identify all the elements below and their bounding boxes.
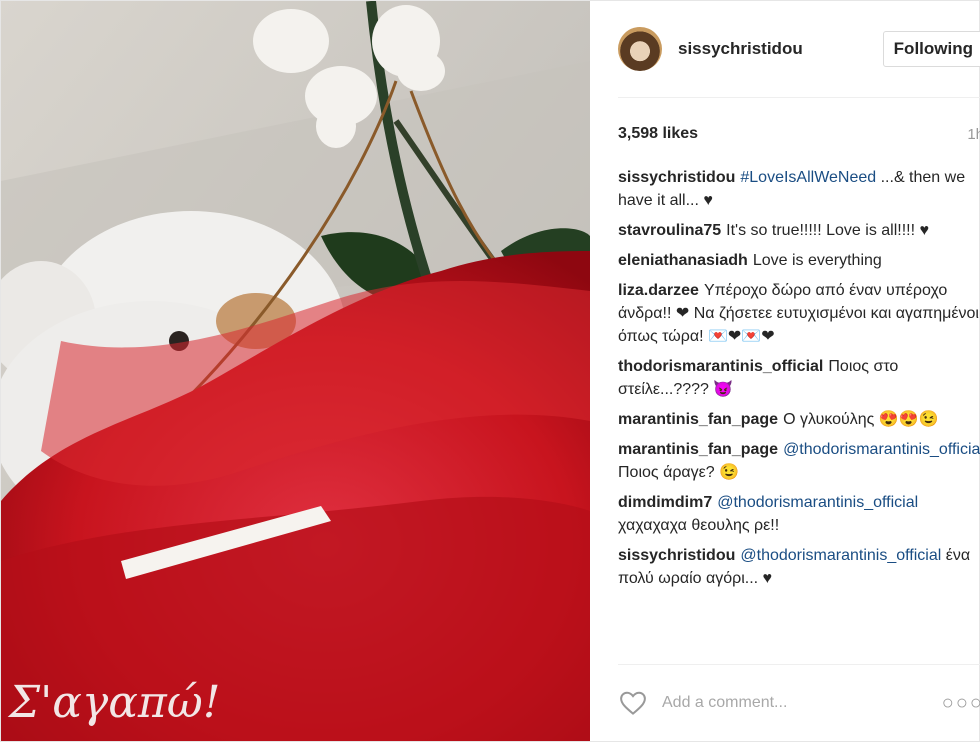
comment-text: Ο γλυκούλης 😍😍😉	[783, 411, 939, 428]
comment-item: eleniathanasiadh Love is everything	[618, 249, 980, 272]
comment-text: It's so true!!!!! Love is all!!!! ♥	[726, 222, 930, 239]
comment-item: liza.darzee Υπέροχο δώρο από έναν υπέροχο…	[618, 279, 980, 348]
comment-mention[interactable]: @thodorismarantinis_official	[717, 494, 918, 511]
comment-item: marantinis_fan_page Ο γλυκούλης 😍😍😉	[618, 408, 980, 431]
post-side-panel: sissychristidou Following 3,598 likes 1h…	[590, 1, 980, 741]
comment-item: sissychristidou #LoveIsAllWeNeed ...& the…	[618, 166, 980, 212]
post-time[interactable]: 1h	[967, 126, 980, 143]
comment-username[interactable]: dimdimdim7	[618, 494, 712, 511]
comment-username[interactable]: stavroulina75	[618, 222, 721, 239]
comment-item: stavroulina75 It's so true!!!!! Love is a…	[618, 219, 980, 242]
comment-username[interactable]: thodorismarantinis_official	[618, 358, 823, 375]
comment-item: thodorismarantinis_official Ποιος στο στε…	[618, 355, 980, 401]
following-button[interactable]: Following	[882, 31, 980, 67]
post-header: sissychristidou Following	[618, 1, 980, 98]
post-card: Σ'αγαπώ! sissychristidou Following 3,598…	[0, 0, 980, 742]
likes-count[interactable]: 3,598 likes	[618, 125, 698, 143]
comment-username[interactable]: marantinis_fan_page	[618, 441, 778, 458]
comment-text: χαχαχαχα θεουλης ρε!!	[618, 517, 780, 534]
embroidery-text: Σ'αγαπώ!	[7, 677, 220, 728]
avatar[interactable]	[618, 27, 662, 71]
likes-row: 3,598 likes 1h	[618, 98, 980, 170]
comment-text: Ποιος άραγε? 😉	[618, 464, 740, 481]
comment-username[interactable]: liza.darzee	[618, 282, 699, 299]
comment-mention[interactable]: @thodorismarantinis_official	[783, 441, 980, 458]
comment-item: sissychristidou @thodorismarantinis_offic…	[618, 544, 980, 590]
comment-item: dimdimdim7 @thodorismarantinis_official χ…	[618, 491, 980, 537]
header-username[interactable]: sissychristidou	[678, 39, 803, 59]
add-comment-input[interactable]	[660, 693, 942, 713]
comment-username[interactable]: sissychristidou	[618, 547, 735, 564]
comment-mention[interactable]: @thodorismarantinis_official	[740, 547, 941, 564]
heart-icon[interactable]	[618, 688, 648, 718]
comment-text: Love is everything	[752, 252, 882, 269]
comment-username[interactable]: sissychristidou	[618, 169, 735, 186]
comment-username[interactable]: marantinis_fan_page	[618, 411, 778, 428]
comment-username[interactable]: eleniathanasiadh	[618, 252, 748, 269]
photo-illustration: Σ'αγαπώ!	[1, 1, 590, 741]
comment-item: marantinis_fan_page @thodorismarantinis_o…	[618, 438, 980, 484]
post-photo[interactable]: Σ'αγαπώ!	[1, 1, 590, 741]
comments-list: sissychristidou #LoveIsAllWeNeed ...& the…	[618, 166, 980, 590]
comment-hashtag[interactable]: #LoveIsAllWeNeed	[740, 169, 876, 186]
more-options-icon[interactable]: ○○○	[942, 692, 980, 715]
add-comment-row: ○○○	[618, 664, 980, 741]
